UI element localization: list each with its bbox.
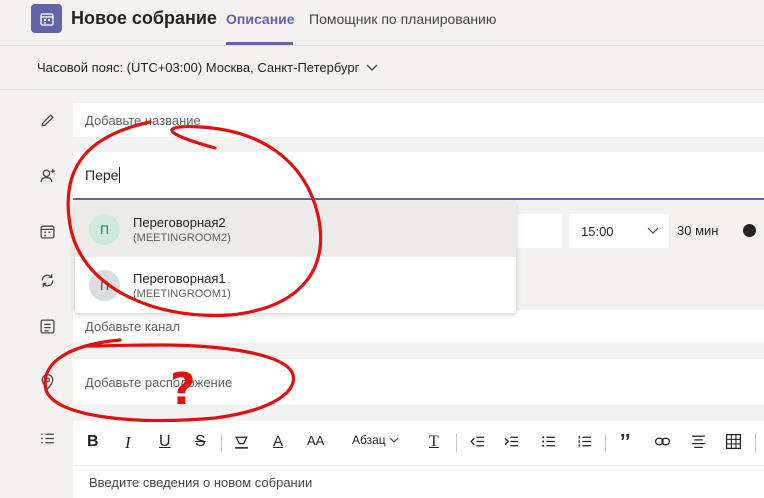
font-color-button[interactable]: A bbox=[273, 433, 283, 450]
toolbar-separator bbox=[456, 434, 457, 452]
highlight-icon[interactable] bbox=[233, 433, 250, 450]
attendee-suggestions-dropdown: П Переговорная2 (MEETINGROOM2) П Перегов… bbox=[75, 202, 516, 313]
location-input[interactable]: Добавьте расположение bbox=[73, 359, 764, 405]
add-person-icon bbox=[38, 166, 56, 184]
suggestion-item[interactable]: П Переговорная2 (MEETINGROOM2) bbox=[75, 202, 516, 257]
attendees-typed-text: Пере bbox=[85, 167, 119, 183]
text-caret bbox=[119, 167, 121, 183]
meeting-details-editor[interactable]: Введите сведения о новом собрании bbox=[73, 465, 764, 498]
start-time-select[interactable]: 15:00 bbox=[569, 214, 669, 248]
toolbar-separator bbox=[221, 434, 222, 452]
chevron-down-icon bbox=[647, 227, 659, 234]
channel-placeholder: Добавьте канал bbox=[85, 318, 181, 334]
calendar-app-icon bbox=[31, 4, 62, 33]
title-placeholder: Добавьте название bbox=[85, 112, 201, 128]
underline-button[interactable]: U bbox=[159, 433, 171, 451]
paragraph-style-label: Абзац bbox=[352, 433, 386, 447]
table-icon[interactable] bbox=[725, 433, 742, 450]
all-day-toggle[interactable] bbox=[743, 224, 756, 237]
toolbar-separator bbox=[755, 434, 756, 452]
formatting-toolbar: B I U S A AA Абзац T ’’ bbox=[73, 421, 764, 465]
bold-button[interactable]: B bbox=[87, 433, 99, 451]
repeat-icon bbox=[38, 271, 56, 289]
numbered-list-icon[interactable] bbox=[576, 433, 593, 450]
font-size-button[interactable]: AA bbox=[307, 433, 324, 448]
details-list-icon bbox=[38, 429, 56, 447]
timezone-selector[interactable]: Часовой пояс: (UTC+03:00) Москва, Санкт-… bbox=[37, 60, 379, 75]
active-tab-indicator bbox=[226, 42, 293, 45]
link-icon[interactable] bbox=[654, 433, 671, 450]
timezone-label: Часовой пояс: (UTC+03:00) Москва, Санкт-… bbox=[37, 60, 360, 75]
align-center-icon[interactable] bbox=[690, 433, 707, 450]
paragraph-style-select[interactable]: Абзац bbox=[352, 433, 399, 447]
attendees-input[interactable]: Пере bbox=[73, 152, 764, 200]
header: Новое собрание Описание Помощник по план… bbox=[0, 0, 764, 46]
chevron-down-icon bbox=[366, 64, 378, 71]
increase-indent-icon[interactable] bbox=[503, 433, 520, 450]
suggestion-name: Переговорная2 bbox=[133, 215, 226, 230]
divider bbox=[0, 89, 764, 90]
bullet-list-icon[interactable] bbox=[540, 433, 557, 450]
suggestion-item[interactable]: П Переговорная1 (MEETINGROOM1) bbox=[75, 258, 516, 313]
quote-button[interactable]: ’’ bbox=[620, 431, 630, 454]
channel-icon bbox=[38, 317, 56, 335]
page-title: Новое собрание bbox=[71, 8, 217, 28]
chevron-down-icon bbox=[389, 437, 399, 443]
avatar: П bbox=[89, 270, 120, 301]
duration-label: 30 мин bbox=[677, 223, 719, 238]
pencil-icon bbox=[38, 111, 56, 129]
toolbar-separator bbox=[605, 434, 606, 452]
clear-formatting-button[interactable]: T bbox=[429, 433, 439, 451]
channel-input[interactable]: Добавьте канал bbox=[73, 310, 764, 342]
avatar: П bbox=[89, 214, 120, 245]
location-icon bbox=[38, 372, 56, 390]
strikethrough-button[interactable]: S bbox=[195, 433, 206, 451]
title-input[interactable]: Добавьте название bbox=[73, 103, 764, 137]
details-placeholder: Введите сведения о новом собрании bbox=[89, 474, 313, 490]
italic-button[interactable]: I bbox=[125, 433, 131, 453]
decrease-indent-icon[interactable] bbox=[469, 433, 486, 450]
suggestion-email: (MEETINGROOM2) bbox=[133, 232, 231, 244]
calendar-icon bbox=[38, 222, 56, 240]
start-time-value: 15:00 bbox=[581, 223, 614, 239]
suggestion-email: (MEETINGROOM1) bbox=[133, 288, 231, 300]
tab-scheduling-assistant[interactable]: Помощник по планированию bbox=[309, 11, 496, 27]
tab-description[interactable]: Описание bbox=[226, 11, 295, 27]
location-placeholder: Добавьте расположение bbox=[85, 374, 233, 390]
suggestion-name: Переговорная1 bbox=[133, 271, 226, 286]
